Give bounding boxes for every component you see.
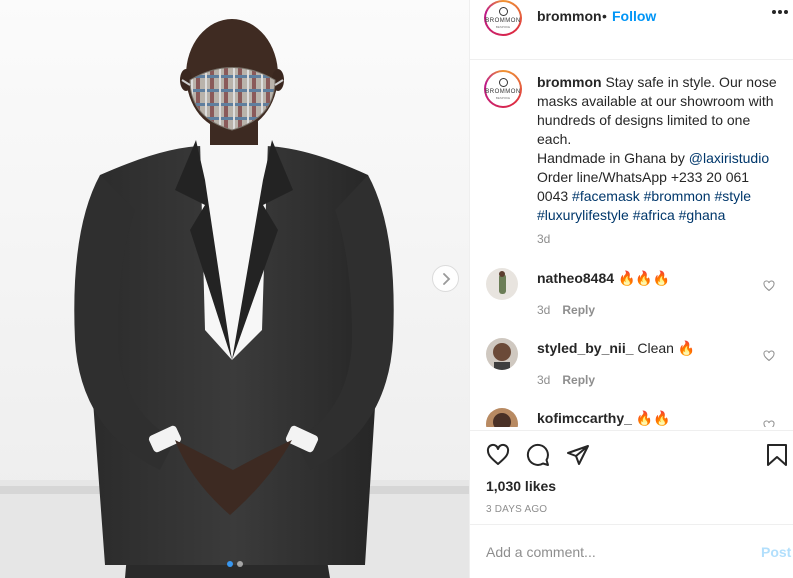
brand-logo-icon: [498, 78, 508, 87]
comment-username[interactable]: kofimccarthy_: [537, 410, 632, 426]
commenter-avatar[interactable]: [486, 268, 518, 300]
carousel-indicator: [0, 561, 469, 567]
hashtag-link[interactable]: #facemask: [572, 188, 640, 204]
caption-text: brommon Stay safe in style. Our nose mas…: [537, 73, 782, 225]
chevron-right-icon: [442, 272, 450, 285]
brand-logo-icon: [498, 7, 508, 16]
hashtag-link[interactable]: #style: [714, 188, 751, 204]
commenter-avatar[interactable]: [486, 408, 518, 427]
photo-image: [0, 0, 469, 578]
add-comment-bar: Post: [470, 524, 793, 578]
caption-line2: Handmade in Ghana by: [537, 150, 689, 166]
comment-text: styled_by_nii_ Clean 🔥: [537, 340, 695, 357]
avatar-brand-text: BROMMON: [485, 18, 521, 24]
comment-username[interactable]: natheo8484: [537, 270, 614, 286]
hashtag-link[interactable]: #ghana: [679, 207, 726, 223]
header-username[interactable]: brommon: [537, 8, 602, 24]
header-separator: •: [602, 8, 607, 24]
comment-item: kofimccarthy_ 🔥🔥: [484, 402, 784, 427]
caption-timestamp: 3d: [537, 232, 551, 246]
follow-button[interactable]: Follow: [612, 8, 656, 24]
comment-meta: 3d Reply: [537, 303, 595, 317]
heart-icon[interactable]: [763, 420, 775, 427]
profile-avatar[interactable]: BROMMON BESPOKE: [484, 0, 522, 36]
avatar-brand-subtext: BESPOKE: [495, 25, 511, 29]
comment-item: natheo8484 🔥🔥🔥 3d Reply: [484, 262, 784, 332]
caption-avatar[interactable]: BROMMON BESPOKE: [484, 70, 522, 108]
avatar-brand-subtext: BESPOKE: [495, 96, 511, 100]
reply-button[interactable]: Reply: [562, 373, 595, 387]
post-actions: 1,030 likes 3 DAYS AGO: [470, 430, 793, 525]
reply-button[interactable]: Reply: [562, 303, 595, 317]
hashtag-link[interactable]: #africa: [633, 207, 675, 223]
hashtag-link[interactable]: #brommon: [644, 188, 711, 204]
heart-icon[interactable]: [763, 280, 775, 292]
comment-body: 🔥🔥: [635, 410, 671, 426]
comment-username[interactable]: styled_by_nii_: [537, 340, 634, 356]
comment-text: natheo8484 🔥🔥🔥: [537, 270, 670, 287]
commenter-avatar[interactable]: [486, 338, 518, 370]
post-photo[interactable]: [0, 0, 469, 578]
post-comment-button[interactable]: Post: [761, 544, 791, 560]
bookmark-icon[interactable]: [766, 443, 788, 467]
comment-body: Clean 🔥: [637, 340, 696, 356]
comment-item: styled_by_nii_ Clean 🔥 3d Reply: [484, 332, 784, 402]
post-side-panel: BROMMON BESPOKE brommon • Follow BROMMON…: [469, 0, 793, 578]
comment-list: natheo8484 🔥🔥🔥 3d Reply styled_by_nii_ Cl…: [470, 262, 793, 427]
carousel-dot-active: [226, 561, 233, 567]
comment-timestamp: 3d: [537, 303, 551, 317]
comment-icon[interactable]: [526, 443, 550, 467]
like-count[interactable]: 1,030 likes: [486, 478, 556, 494]
caption-username[interactable]: brommon: [537, 74, 602, 90]
comment-meta: 3d Reply: [537, 373, 595, 387]
comment-text: kofimccarthy_ 🔥🔥: [537, 410, 671, 427]
heart-icon[interactable]: [763, 350, 775, 362]
comment-timestamp: 3d: [537, 373, 551, 387]
hashtag-link[interactable]: #luxurylifestyle: [537, 207, 629, 223]
comment-input[interactable]: [486, 542, 736, 562]
carousel-dot: [236, 561, 243, 567]
heart-icon[interactable]: [486, 443, 510, 467]
next-slide-button[interactable]: [432, 265, 459, 292]
post-date: 3 DAYS AGO: [486, 504, 548, 515]
more-horizontal-icon[interactable]: [772, 10, 788, 14]
mention-link[interactable]: @laxiristudio: [689, 150, 769, 166]
avatar-brand-text: BROMMON: [485, 89, 521, 95]
post-header: BROMMON BESPOKE brommon • Follow: [470, 0, 793, 60]
comment-body: 🔥🔥🔥: [617, 270, 671, 286]
share-icon[interactable]: [566, 443, 590, 467]
